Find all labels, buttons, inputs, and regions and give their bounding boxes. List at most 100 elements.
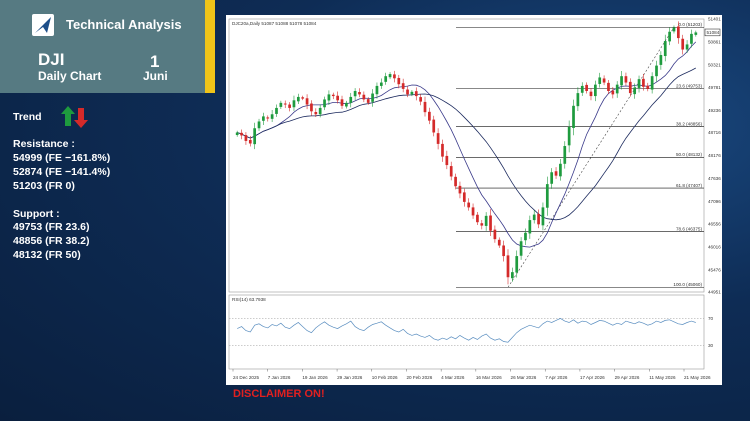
candle-body [310, 103, 313, 112]
candle-body [506, 255, 510, 278]
date-month: Juni [143, 69, 168, 83]
x-tick-label: 7 Apr 2026 [545, 375, 568, 380]
candle-body [375, 85, 379, 95]
candle-body [471, 207, 475, 216]
candle-body [567, 126, 571, 146]
x-tick-label: 29 Apr 2026 [615, 375, 640, 380]
candle-body [589, 91, 593, 97]
candle-body [235, 132, 239, 136]
y-tick-label: 46556 [708, 222, 721, 227]
fib-level-label: 50.0 (48132) [676, 152, 703, 157]
candle-body [292, 100, 296, 108]
candle-body [314, 111, 318, 115]
support-level-2: 48856 (FR 38.2) [13, 235, 90, 247]
candle-body [414, 91, 418, 97]
fib-level-label: 0.0 (51203) [679, 22, 703, 27]
price-chart: DJC20a,Daily 51087 51088 51078 51084 5140… [228, 17, 721, 380]
y-tick-label: 49236 [708, 108, 721, 113]
candle-body [266, 117, 270, 119]
support-level-1: 49753 (FR 23.6) [13, 221, 90, 233]
candle-body [628, 81, 632, 94]
candle-body [432, 119, 436, 133]
support-level-3: 48132 (FR 50) [13, 249, 81, 261]
candle-body [345, 102, 348, 107]
logo-icon [32, 14, 54, 36]
trend-up-arrow-icon [61, 106, 75, 126]
x-tick-label: 24 Dec 2025 [233, 375, 259, 380]
candle-body [296, 96, 300, 102]
candle-body [388, 74, 392, 78]
resistance-level-2: 52874 (FE −141.4%) [13, 166, 111, 178]
candle-body [559, 163, 562, 177]
x-tick-label: 26 Mar 2026 [511, 375, 537, 380]
candle-body [371, 93, 374, 102]
resistance-level-3: 51203 (FR 0) [13, 180, 75, 192]
candle-body [519, 241, 523, 256]
candle-body [624, 76, 628, 83]
candle-body [515, 256, 519, 273]
candle-body [336, 95, 340, 101]
x-tick-label: 20 Feb 2026 [406, 375, 432, 380]
candle-body [458, 185, 462, 194]
resistance-level-1: 54999 (FE −161.8%) [13, 152, 111, 164]
y-tick-label: 44951 [708, 290, 721, 295]
x-tick-label: 11 May 2026 [649, 375, 676, 380]
x-tick-label: 16 Mar 2026 [476, 375, 502, 380]
candle-body [607, 82, 610, 91]
candle-body [493, 229, 497, 240]
candle-body [358, 92, 361, 95]
candle-body [655, 65, 658, 77]
header-title: Technical Analysis [66, 17, 182, 32]
candle-body [353, 90, 357, 97]
candle-body [659, 55, 663, 65]
candle-body [585, 84, 588, 91]
resistance-label: Resistance : [13, 138, 75, 150]
trend-down-arrow-icon [74, 108, 88, 128]
candle-body [240, 132, 243, 136]
candle-body [257, 121, 261, 129]
candle-body [305, 98, 309, 105]
y-tick-label: 50321 [708, 62, 721, 67]
ma-slow-line [237, 67, 696, 221]
x-tick-label: 17 Apr 2026 [580, 375, 605, 380]
x-tick-label: 10 Feb 2026 [372, 375, 398, 380]
candle-body [441, 143, 444, 157]
candle-body [502, 245, 505, 257]
candle-body [563, 146, 567, 164]
candle-body [550, 172, 554, 184]
x-tick-label: 7 Jan 2026 [268, 375, 291, 380]
candle-body [301, 97, 305, 99]
candle-body [327, 94, 331, 101]
candle-body [642, 78, 645, 87]
candle-body [511, 272, 514, 279]
candle-body [423, 101, 427, 113]
candle-body [445, 155, 449, 166]
candle-body [484, 215, 488, 226]
rsi-line [237, 318, 696, 343]
fib-level-label: 61.8 (47407) [676, 183, 703, 188]
x-tick-label: 21 May 2026 [684, 375, 711, 380]
ma-fast-line [237, 41, 697, 248]
x-tick-label: 29 Jan 2026 [337, 375, 363, 380]
candle-body [480, 223, 484, 226]
fib-level-label: 23.6 (49753) [676, 84, 703, 89]
candle-body [672, 27, 676, 32]
candle-body [650, 76, 654, 90]
candle-body [598, 77, 602, 84]
candle-body [576, 93, 580, 107]
candle-body [467, 202, 471, 208]
candle-body [419, 97, 422, 102]
candle-body [537, 213, 540, 225]
candle-body [248, 139, 252, 144]
candle-body [668, 31, 671, 42]
rsi-label: RSI(14) 63.7938 [232, 297, 266, 302]
candle-body [270, 114, 274, 119]
candle-body [637, 79, 641, 88]
candle-body [690, 33, 693, 44]
chart-symbol-line: DJC20a,Daily 51087 51088 51078 51084 [232, 21, 317, 26]
candle-body [476, 214, 479, 223]
symbol-label: DJI [38, 50, 65, 69]
candle-body [288, 104, 291, 108]
candle-body [366, 99, 370, 103]
candle-body [663, 41, 667, 57]
